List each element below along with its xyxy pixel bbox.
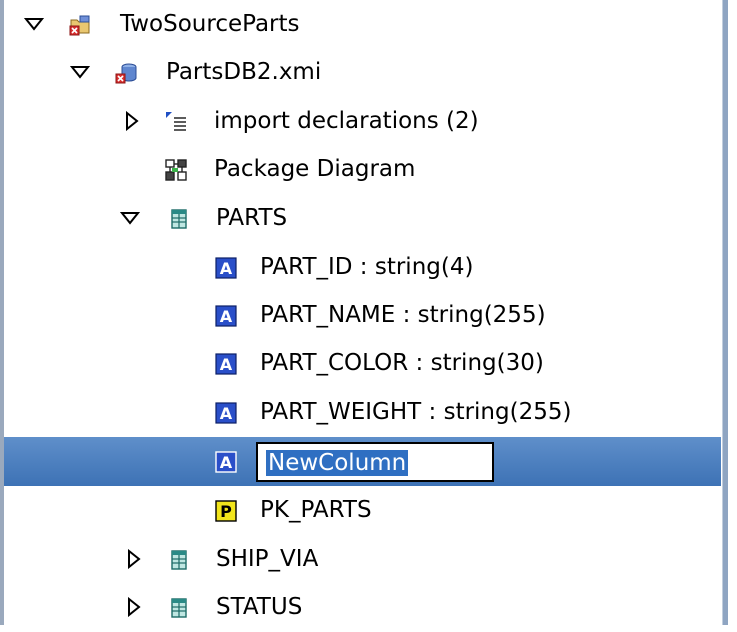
package-diagram-icon [165, 159, 187, 181]
rename-input-selected-text[interactable]: NewColumn [266, 450, 409, 476]
collapsed-triangle-icon[interactable] [122, 111, 142, 131]
tree-item-ship-via-table[interactable]: SHIP_VIA [4, 535, 721, 584]
tree-item-label: PK_PARTS [260, 497, 372, 523]
rename-input[interactable]: NewColumn [256, 442, 494, 482]
tree-item-import-declarations[interactable]: import declarations (2) [4, 97, 721, 146]
model-explorer-tree: TwoSourceParts PartsDB2.xmi import decla… [0, 0, 737, 625]
column-attribute-icon: A [215, 257, 237, 279]
tree-item-label: PART_WEIGHT : string(255) [260, 399, 572, 425]
collapsed-triangle-icon[interactable] [124, 597, 144, 617]
column-attribute-icon: A [215, 353, 237, 375]
svg-text:A: A [220, 307, 233, 326]
tree-item-label: PART_NAME : string(255) [260, 302, 546, 328]
tree-item-column-part-id[interactable]: A PART_ID : string(4) [4, 243, 721, 292]
tree-item-label: TwoSourceParts [120, 11, 300, 37]
tree-item-label: import declarations (2) [214, 108, 479, 134]
tree-item-package-diagram[interactable]: Package Diagram [4, 145, 721, 194]
tree-item-partsdb2-xmi[interactable]: PartsDB2.xmi [4, 48, 721, 97]
expanded-triangle-icon[interactable] [24, 14, 44, 34]
expanded-triangle-icon[interactable] [120, 208, 140, 228]
svg-text:A: A [220, 453, 233, 472]
svg-text:A: A [220, 259, 233, 278]
expanded-triangle-icon[interactable] [70, 62, 90, 82]
collapsed-triangle-icon[interactable] [124, 549, 144, 569]
svg-text:A: A [220, 355, 233, 374]
model-database-icon [115, 63, 137, 84]
svg-text:A: A [220, 404, 233, 423]
table-icon [171, 598, 187, 618]
tree-item-label: PartsDB2.xmi [166, 59, 322, 85]
tree-item-column-part-name[interactable]: A PART_NAME : string(255) [4, 291, 721, 340]
column-attribute-icon: A [215, 402, 237, 424]
table-icon [171, 209, 187, 229]
tree-item-label: Package Diagram [214, 156, 416, 182]
primary-key-icon: P [215, 500, 237, 522]
tree-item-label: PART_ID : string(4) [260, 254, 474, 280]
tree-item-label: PART_COLOR : string(30) [260, 350, 544, 376]
tree-item-column-newcolumn[interactable]: A NewColumn [4, 437, 721, 486]
project-folder-icon [69, 15, 90, 36]
import-declarations-icon [166, 112, 186, 131]
tree-item-column-part-weight[interactable]: A PART_WEIGHT : string(255) [4, 388, 721, 437]
tree-right-border [722, 0, 728, 625]
column-attribute-icon: A [215, 451, 237, 473]
tree-item-column-part-color[interactable]: A PART_COLOR : string(30) [4, 339, 721, 388]
tree-item-parts-table[interactable]: PARTS [4, 194, 721, 243]
tree-item-label: PARTS [216, 205, 288, 231]
tree-item-primary-key[interactable]: P PK_PARTS [4, 486, 721, 535]
svg-text:P: P [220, 502, 232, 521]
column-attribute-icon: A [215, 305, 237, 327]
tree-item-label: SHIP_VIA [216, 546, 319, 572]
tree-item-twosourceparts[interactable]: TwoSourceParts [4, 0, 721, 49]
table-icon [171, 550, 187, 570]
